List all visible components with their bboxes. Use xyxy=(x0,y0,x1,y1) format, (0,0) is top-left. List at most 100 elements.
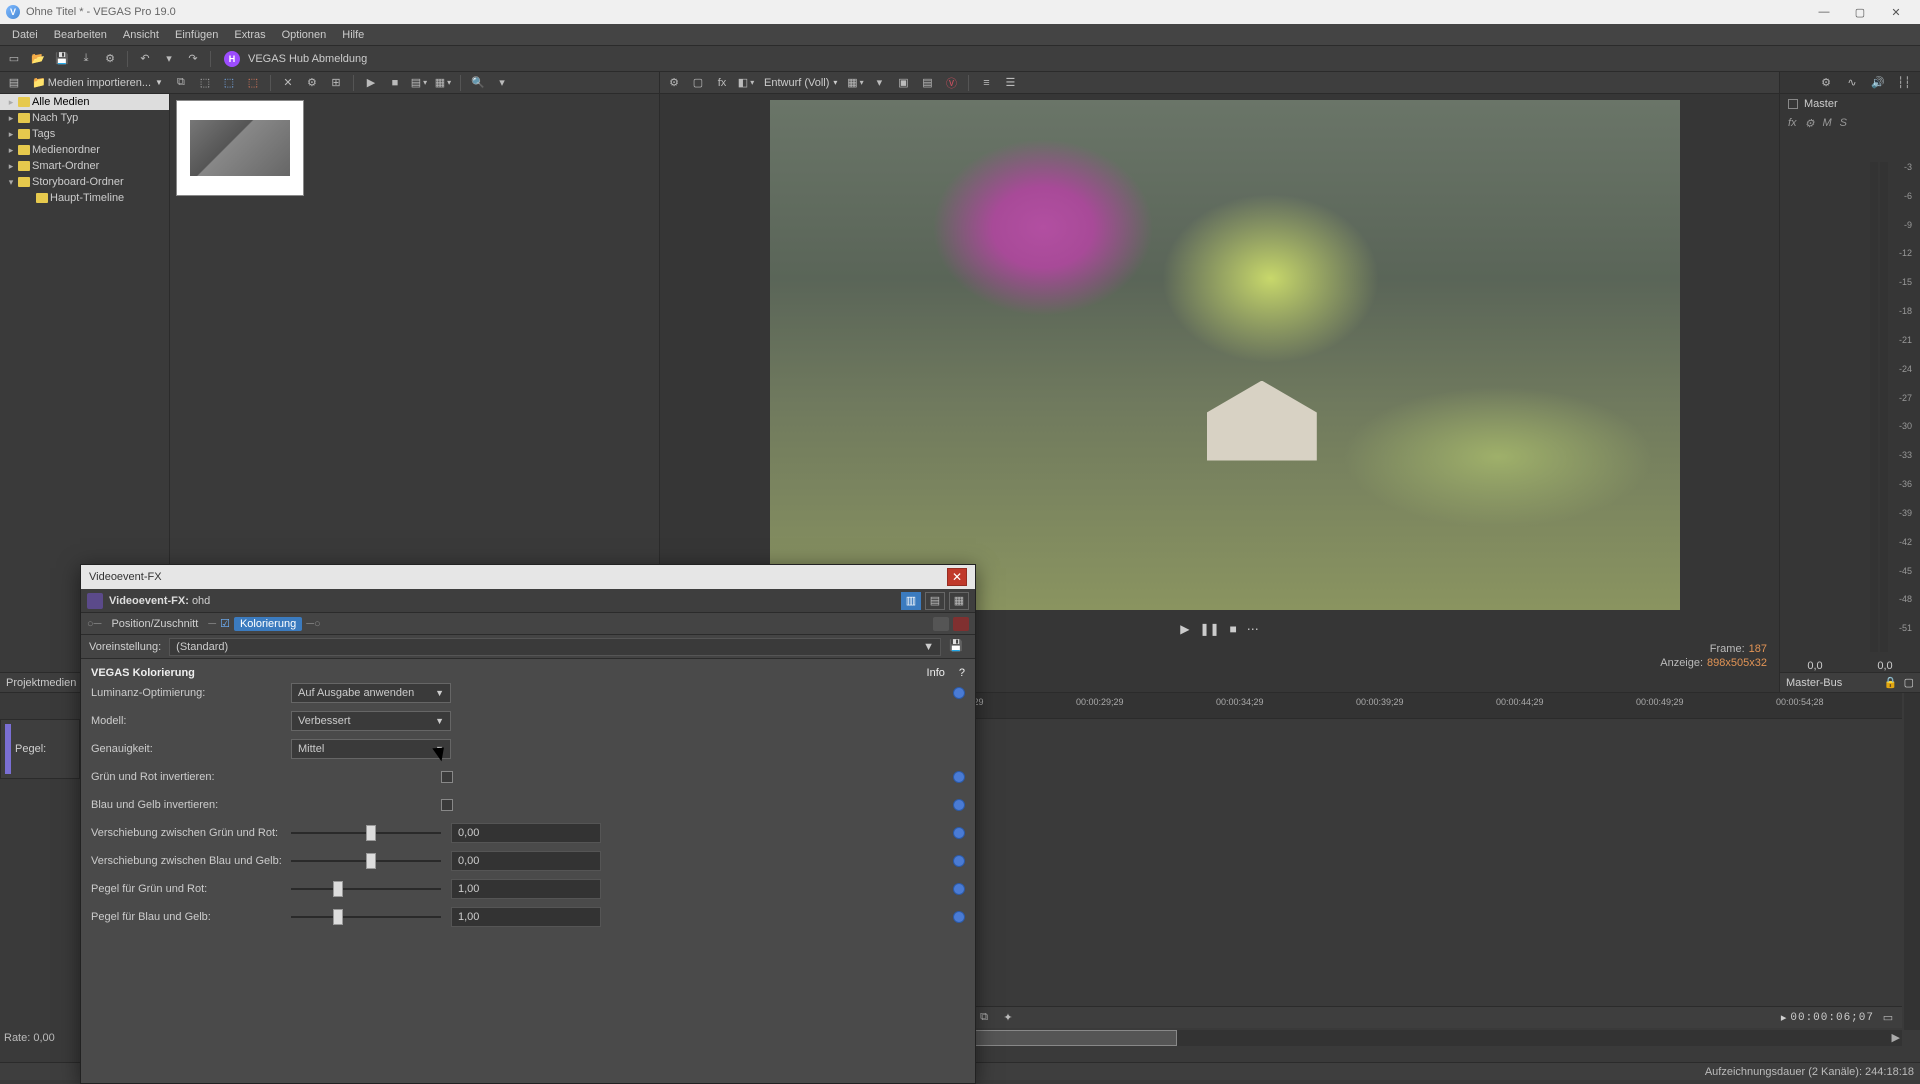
solo-button[interactable]: S xyxy=(1840,117,1847,129)
tree-item-haupt-timeline[interactable]: Haupt-Timeline xyxy=(0,190,169,206)
keyframe-button[interactable] xyxy=(953,687,965,699)
level-by-slider[interactable] xyxy=(291,907,441,927)
stop-button[interactable]: ■ xyxy=(1230,622,1237,636)
menu-extras[interactable]: Extras xyxy=(226,27,273,43)
tree-item-alle-medien[interactable]: ▸Alle Medien xyxy=(0,94,169,110)
media-menu-icon[interactable]: ▤ xyxy=(4,73,24,93)
menu-einfuegen[interactable]: Einfügen xyxy=(167,27,226,43)
close-button[interactable]: ✕ xyxy=(1878,1,1914,23)
preview-quality-button[interactable]: Entwurf (Voll)▾ xyxy=(760,77,841,89)
snapshot-clipboard-icon[interactable]: ▣ xyxy=(893,73,913,93)
view-grid-icon[interactable]: ▦▾ xyxy=(433,73,453,93)
tab-master-bus[interactable]: Master-Bus xyxy=(1786,677,1842,689)
keyframe-button[interactable] xyxy=(953,799,965,811)
media-fx-icon[interactable]: ⬚ xyxy=(243,73,263,93)
tree-item-smart-ordner[interactable]: ▸Smart-Ordner xyxy=(0,158,169,174)
redo-icon[interactable]: ↷ xyxy=(183,49,203,69)
slider-knob[interactable] xyxy=(366,825,376,841)
open-icon[interactable]: 📂 xyxy=(28,49,48,69)
external-monitor-icon[interactable]: ▢ xyxy=(688,73,708,93)
menu-datei[interactable]: Datei xyxy=(4,27,46,43)
scroll-right-icon[interactable]: ▶ xyxy=(1892,1031,1900,1044)
preview-settings-icon[interactable]: ⚙ xyxy=(664,73,684,93)
tree-item-medienordner[interactable]: ▸Medienordner xyxy=(0,142,169,158)
keyframe-button[interactable] xyxy=(953,855,965,867)
view-list-icon[interactable]: ▤▾ xyxy=(409,73,429,93)
fx-bypass-icon[interactable]: ✦ xyxy=(998,1008,1018,1028)
save-icon[interactable]: 💾 xyxy=(52,49,72,69)
fx-info-link[interactable]: Info xyxy=(927,667,945,679)
invert-gr-checkbox[interactable] xyxy=(441,771,453,783)
maximize-button[interactable]: ▢ xyxy=(1842,1,1878,23)
timecode-mode-icon[interactable]: ▭ xyxy=(1878,1008,1898,1028)
timeline-v-scrollbar[interactable] xyxy=(1904,693,1920,1030)
level-gr-value[interactable]: 1,00 xyxy=(451,879,601,899)
properties-icon[interactable]: ⚙ xyxy=(100,49,120,69)
slider-knob[interactable] xyxy=(333,881,343,897)
search-dropdown-icon[interactable]: ▾ xyxy=(492,73,512,93)
slider-knob[interactable] xyxy=(366,853,376,869)
tree-item-storyboard[interactable]: ▾Storyboard-Ordner xyxy=(0,174,169,190)
timecode-display[interactable]: 00:00:06;07 xyxy=(1790,1012,1874,1024)
slider-knob[interactable] xyxy=(333,909,343,925)
invert-by-checkbox[interactable] xyxy=(441,799,453,811)
tree-item-nach-typ[interactable]: ▸Nach Typ xyxy=(0,110,169,126)
fx-dialog-titlebar[interactable]: Videoevent-FX ✕ xyxy=(81,565,975,589)
menu-bearbeiten[interactable]: Bearbeiten xyxy=(46,27,115,43)
menu-optionen[interactable]: Optionen xyxy=(274,27,335,43)
more-button[interactable]: ⋯ xyxy=(1247,622,1259,636)
fx-chain-node-position[interactable]: Position/Zuschnitt xyxy=(105,617,204,631)
get-media-icon[interactable]: ⬚ xyxy=(195,73,215,93)
shift-by-slider[interactable] xyxy=(291,851,441,871)
master-color-swatch[interactable] xyxy=(1788,99,1798,109)
keyframe-button[interactable] xyxy=(953,883,965,895)
accuracy-combobox[interactable]: Mittel▼ xyxy=(291,739,451,759)
fx-view-params-button[interactable]: ▥ xyxy=(901,592,921,610)
overlays-icon[interactable]: ▦▾ xyxy=(845,73,865,93)
fx-chain-add-button[interactable] xyxy=(933,617,949,631)
add-missing-icon[interactable]: ⧉ xyxy=(974,1008,994,1028)
fx-chain-remove-button[interactable] xyxy=(953,617,969,631)
play-button[interactable]: ▶ xyxy=(1180,622,1189,636)
new-project-icon[interactable]: ▭ xyxy=(4,49,24,69)
gear-icon[interactable]: ⚙ xyxy=(1816,73,1836,93)
safe-areas-icon[interactable]: ▾ xyxy=(869,73,889,93)
automation-icon[interactable]: ⚙ xyxy=(1805,117,1815,130)
lock-icon[interactable]: 🔒 xyxy=(1884,676,1898,689)
pause-button[interactable]: ❚❚ xyxy=(1199,622,1219,636)
video-fx-icon[interactable]: fx xyxy=(712,73,732,93)
hamburger-icon[interactable]: ☰ xyxy=(1000,73,1020,93)
keyframe-button[interactable] xyxy=(953,911,965,923)
capture-icon[interactable]: ⧉ xyxy=(171,73,191,93)
play-icon[interactable]: ▶ xyxy=(361,73,381,93)
fx-view-curves-button[interactable]: ▦ xyxy=(949,592,969,610)
tree-item-tags[interactable]: ▸Tags xyxy=(0,126,169,142)
preview-canvas[interactable] xyxy=(770,100,1680,610)
snapshot-file-icon[interactable]: ▤ xyxy=(917,73,937,93)
level-gr-slider[interactable] xyxy=(291,879,441,899)
shift-gr-value[interactable]: 0,00 xyxy=(451,823,601,843)
preset-combobox[interactable]: (Standard) ▼ xyxy=(169,638,941,656)
luminance-combobox[interactable]: Auf Ausgabe anwenden▼ xyxy=(291,683,451,703)
fx-close-button[interactable]: ✕ xyxy=(947,568,967,586)
fx-chain-node-kolorierung[interactable]: Kolorierung xyxy=(234,617,302,631)
minimize-button[interactable]: ― xyxy=(1806,1,1842,23)
shift-by-value[interactable]: 0,00 xyxy=(451,851,601,871)
search-icon[interactable]: 🔍 xyxy=(468,73,488,93)
downmix-icon[interactable]: 🔊 xyxy=(1868,73,1888,93)
faders-icon[interactable]: ┆┆ xyxy=(1894,73,1914,93)
track-header[interactable]: Pegel: xyxy=(0,719,80,779)
vegas-hub-icon[interactable]: H xyxy=(224,51,240,67)
keyframe-button[interactable] xyxy=(953,771,965,783)
fx-view-keyframes-button[interactable]: ▤ xyxy=(925,592,945,610)
stop-icon[interactable]: ■ xyxy=(385,73,405,93)
keyframe-button[interactable] xyxy=(953,827,965,839)
undo-dropdown-icon[interactable]: ▾ xyxy=(159,49,179,69)
adjust-icon[interactable]: ≡ xyxy=(976,73,996,93)
fx-chain-checkbox[interactable]: ☑ xyxy=(220,617,230,630)
dim-icon[interactable]: ∿ xyxy=(1842,73,1862,93)
add-icon[interactable]: ⊞ xyxy=(326,73,346,93)
fx-button[interactable]: fx xyxy=(1788,117,1797,129)
split-screen-icon[interactable]: ◧▾ xyxy=(736,73,756,93)
media-thumbnail[interactable] xyxy=(176,100,304,196)
